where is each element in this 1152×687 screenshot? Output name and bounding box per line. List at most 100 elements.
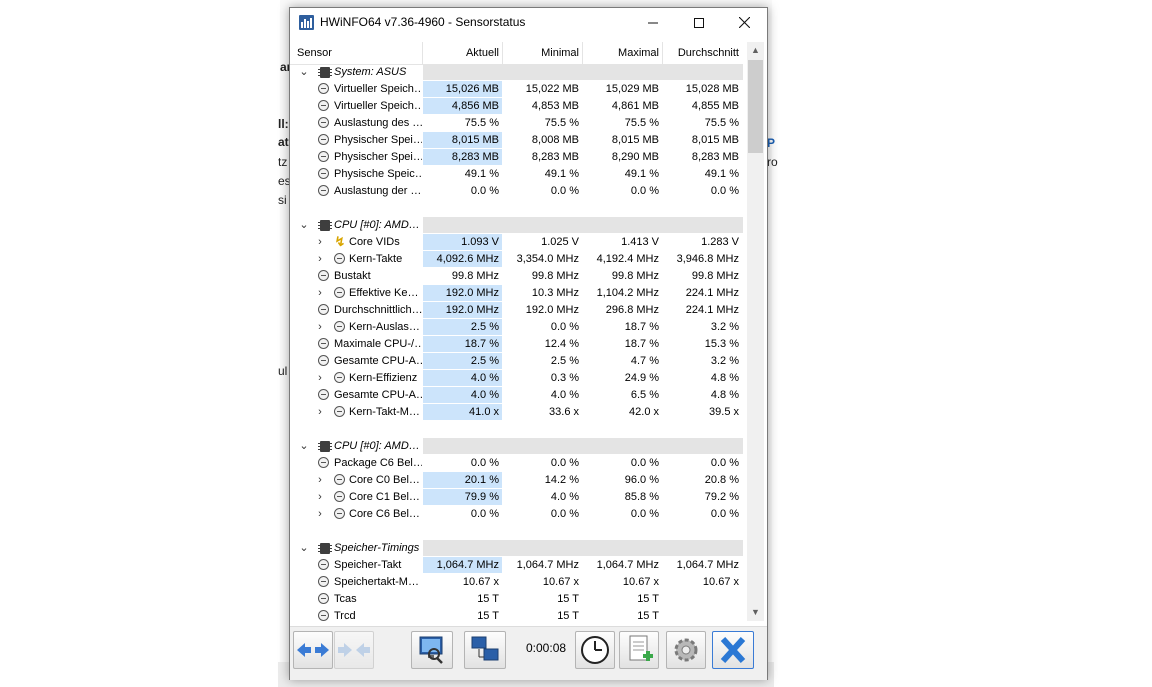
expand-collapse-button[interactable] [293,631,333,669]
average-value: 10.67 x [702,576,739,588]
table-row[interactable]: Gesamte CPU-A… 2.5 % 2.5 % 4.7 % 3.2 % [290,353,743,370]
sensor-group-row[interactable]: ⌄ System: ASUS [290,64,743,81]
table-row[interactable]: › Kern-Takte 4,092.6 MHz 3,354.0 MHz 4,192.4… [290,251,743,268]
minimum-value: 3,354.0 MHz [516,253,579,265]
scroll-up-arrow-icon[interactable]: ▲ [747,42,764,59]
scroll-down-arrow-icon[interactable]: ▼ [747,604,764,621]
table-row[interactable]: Speichertakt-M… 10.67 x 10.67 x 10.67 x 10.6… [290,574,743,591]
table-row[interactable]: Tcas 15 T 15 T 15 T [290,591,743,608]
table-row[interactable]: › Kern-Takt-M… 41.0 x 33.6 x 42.0 x 39.5 x [290,404,743,421]
sensor-icon [318,185,329,196]
table-row[interactable]: Trcd 15 T 15 T 15 T [290,608,743,621]
open-report-button[interactable] [411,631,453,669]
current-value: 4,856 MB [451,100,499,112]
expand-chevron-icon[interactable]: › [314,234,326,251]
expand-chevron-icon[interactable]: › [314,489,326,506]
expand-chevron-icon[interactable]: › [314,319,326,336]
table-row[interactable]: › ↯ Core VIDs 1.093 V 1.025 V 1.413 V 1.283 V [290,234,743,251]
maximize-button[interactable] [676,8,722,37]
maximum-value: 0.0 % [630,457,659,469]
current-value: 41.0 x [469,406,499,418]
compact-view-button[interactable] [334,631,374,669]
sensor-name: Kern-Takt-M… [349,406,420,418]
collapse-chevron-icon[interactable]: ⌄ [298,64,310,81]
minimum-value: 8,283 MB [531,151,579,163]
current-value: 2.5 % [470,321,499,333]
sensor-name: Trcd [334,610,356,621]
maximum-value: 24.9 % [624,372,659,384]
table-row[interactable]: Maximale CPU-/… 18.7 % 12.4 % 18.7 % 15.3 % [290,336,743,353]
column-header-minimum[interactable]: Minimal [503,42,579,64]
minimum-value: 12.4 % [544,338,579,350]
table-row[interactable]: Virtueller Speich… 15,026 MB 15,022 MB 15,0… [290,81,743,98]
column-header-average[interactable]: Durchschnitt [663,42,739,64]
sensor-group-name: CPU [#0]: AMD… [334,440,420,452]
minimum-value: 15 T [557,610,579,621]
settings-button[interactable] [666,631,706,669]
chip-icon [318,67,332,78]
table-row[interactable]: Physischer Spei… 8,015 MB 8,008 MB 8,015 MB… [290,132,743,149]
maximum-value: 8,015 MB [611,134,659,146]
table-row[interactable]: Auslastung der … 0.0 % 0.0 % 0.0 % 0.0 % [290,183,743,200]
table-row[interactable]: › Core C0 Bel… 20.1 % 14.2 % 96.0 % 20.8 % [290,472,743,489]
table-row[interactable]: › Kern-Effizienz 4.0 % 0.3 % 24.9 % 4.8 % [290,370,743,387]
gear-icon [674,638,698,662]
close-button[interactable] [721,8,767,37]
maximum-value: 4,192.4 MHz [596,253,659,265]
table-row[interactable]: › Effektive Ke… 192.0 MHz 10.3 MHz 1,104.2 M… [290,285,743,302]
column-header-maximum[interactable]: Maximal [583,42,659,64]
logging-button[interactable] [619,631,659,669]
scrollbar-thumb[interactable] [748,60,763,153]
sensor-group-row[interactable]: ⌄ CPU [#0]: AMD… [290,217,743,234]
expand-chevron-icon[interactable]: › [314,506,326,523]
table-row[interactable]: Gesamte CPU-A… 4.0 % 4.0 % 6.5 % 4.8 % [290,387,743,404]
table-row[interactable]: Auslastung des … 75.5 % 75.5 % 75.5 % 75.5 % [290,115,743,132]
minimum-value: 10.3 MHz [531,287,579,299]
current-value: 4,092.6 MHz [436,253,499,265]
average-value: 4,855 MB [691,100,739,112]
table-row[interactable]: Speicher-Takt 1,064.7 MHz 1,064.7 MHz 1,064… [290,557,743,574]
table-row[interactable]: Package C6 Bel… 0.0 % 0.0 % 0.0 % 0.0 % [290,455,743,472]
table-row[interactable]: › Kern-Auslas… 2.5 % 0.0 % 18.7 % 3.2 % [290,319,743,336]
sensor-name: Auslastung der … [334,185,422,197]
collapse-chevron-icon[interactable]: ⌄ [298,438,310,455]
sensor-name: Gesamte CPU-A… [334,355,422,367]
sensor-name: Kern-Effizienz [349,372,418,384]
title-bar[interactable]: HWiNFO64 v7.36-4960 - Sensorstatus [290,8,767,37]
sensor-group-row[interactable]: ⌄ Speicher-Timings [290,540,743,557]
sensor-group-name: System: ASUS [334,66,407,78]
current-value: 4.0 % [470,389,499,401]
average-value: 1,064.7 MHz [676,559,739,571]
table-row[interactable]: Physische Speic… 49.1 % 49.1 % 49.1 % 49.1 % [290,166,743,183]
expand-chevron-icon[interactable]: › [314,404,326,421]
average-value: 224.1 MHz [685,304,739,316]
sensor-icon [334,321,345,332]
table-row[interactable]: Durchschnittlich… 192.0 MHz 192.0 MHz 296.8… [290,302,743,319]
expand-chevron-icon[interactable]: › [314,285,326,302]
minimum-value: 49.1 % [544,168,579,180]
sensor-icon [334,372,345,383]
expand-chevron-icon[interactable]: › [314,370,326,387]
collapse-chevron-icon[interactable]: ⌄ [298,217,310,234]
network-button[interactable] [464,631,506,669]
close-sensor-window-button[interactable] [712,631,754,669]
table-row[interactable]: › Core C1 Bel… 79.9 % 4.0 % 85.8 % 79.2 % [290,489,743,506]
column-header-current[interactable]: Aktuell [423,42,499,64]
minimize-button[interactable] [630,8,676,37]
expand-chevron-icon[interactable]: › [314,251,326,268]
sensor-icon [334,253,345,264]
sensor-name: Bustakt [334,270,371,282]
table-row[interactable]: Physischer Spei… 8,283 MB 8,283 MB 8,290 MB… [290,149,743,166]
maximum-value: 18.7 % [624,338,659,350]
reset-timer-button[interactable] [575,631,615,669]
sensor-group-row[interactable]: ⌄ CPU [#0]: AMD… [290,438,743,455]
column-header-sensor[interactable]: Sensor [297,42,332,64]
table-row[interactable]: › Core C6 Bel… 0.0 % 0.0 % 0.0 % 0.0 % [290,506,743,523]
vertical-scrollbar[interactable]: ▲ ▼ [747,42,764,621]
table-row[interactable]: Virtueller Speich… 4,856 MB 4,853 MB 4,861 … [290,98,743,115]
table-row[interactable]: Bustakt 99.8 MHz 99.8 MHz 99.8 MHz 99.8 MHz [290,268,743,285]
collapse-chevron-icon[interactable]: ⌄ [298,540,310,557]
expand-chevron-icon[interactable]: › [314,472,326,489]
group-row-background [423,64,743,80]
sensor-icon [318,83,329,94]
